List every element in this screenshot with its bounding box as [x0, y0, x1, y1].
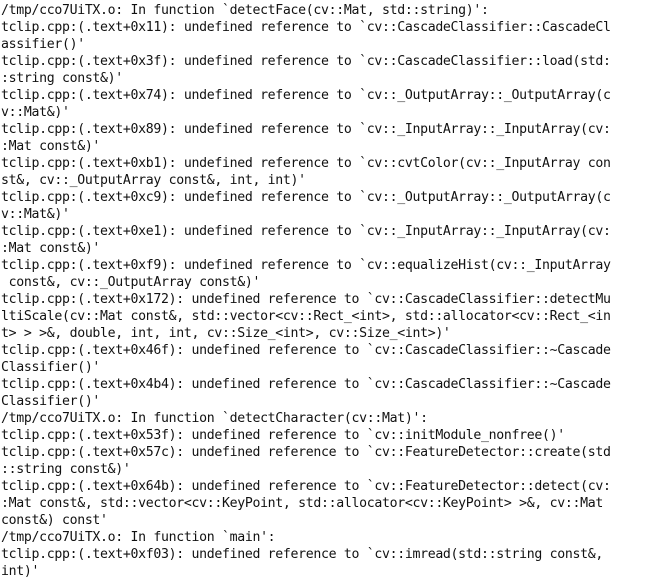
terminal-line: assifier()' — [1, 37, 85, 52]
terminal-line: tclip.cpp:(.text+0xc9): undefined refere… — [1, 190, 611, 205]
terminal-line: tclip.cpp:(.text+0x74): undefined refere… — [1, 88, 611, 103]
terminal-line: ::string const&)' — [1, 462, 131, 477]
terminal-line: ltiScale(cv::Mat const&, std::vector<cv:… — [1, 309, 611, 324]
terminal-line: Classifier()' — [1, 394, 101, 409]
terminal-line: tclip.cpp:(.text+0xf03): undefined refer… — [1, 547, 603, 562]
terminal-output: /tmp/cco7UiTX.o: In function `detectFace… — [0, 0, 647, 581]
terminal-line: tclip.cpp:(.text+0x172): undefined refer… — [1, 292, 611, 307]
terminal-line: const&, cv::_OutputArray const&)' — [1, 275, 261, 290]
terminal-line: tclip.cpp:(.text+0x46f): undefined refer… — [1, 343, 611, 358]
terminal-line: :Mat const&)' — [1, 139, 101, 154]
terminal-line: v::Mat&)' — [1, 207, 70, 222]
terminal-line: tclip.cpp:(.text+0xb1): undefined refere… — [1, 156, 611, 171]
terminal-line: /tmp/cco7UiTX.o: In function `main': — [1, 530, 276, 545]
terminal-line: /tmp/cco7UiTX.o: In function `detectFace… — [1, 3, 489, 18]
terminal-line: v::Mat&)' — [1, 105, 70, 120]
terminal-line: st&, cv::_OutputArray const&, int, int)' — [1, 173, 306, 188]
terminal-line: int)' — [1, 564, 40, 579]
terminal-line: :Mat const&)' — [1, 241, 101, 256]
terminal-line: tclip.cpp:(.text+0x64b): undefined refer… — [1, 479, 611, 494]
terminal-line: tclip.cpp:(.text+0x53f): undefined refer… — [1, 428, 565, 443]
terminal-line: tclip.cpp:(.text+0x57c): undefined refer… — [1, 445, 611, 460]
terminal-line: /tmp/cco7UiTX.o: In function `detectChar… — [1, 411, 428, 426]
terminal-line: tclip.cpp:(.text+0xe1): undefined refere… — [1, 224, 611, 239]
terminal-line: :string const&)' — [1, 71, 123, 86]
terminal-line: :Mat const&, std::vector<cv::KeyPoint, s… — [1, 496, 603, 511]
terminal-line: tclip.cpp:(.text+0x11): undefined refere… — [1, 20, 611, 35]
terminal-line: tclip.cpp:(.text+0xf9): undefined refere… — [1, 258, 611, 273]
terminal-line: Classifier()' — [1, 360, 101, 375]
terminal-line: tclip.cpp:(.text+0x89): undefined refere… — [1, 122, 611, 137]
terminal-line: const&) const' — [1, 513, 108, 528]
terminal-line: tclip.cpp:(.text+0x4b4): undefined refer… — [1, 377, 611, 392]
terminal-line: t> > >&, double, int, int, cv::Size_<int… — [1, 326, 451, 341]
terminal-line: tclip.cpp:(.text+0x3f): undefined refere… — [1, 54, 611, 69]
